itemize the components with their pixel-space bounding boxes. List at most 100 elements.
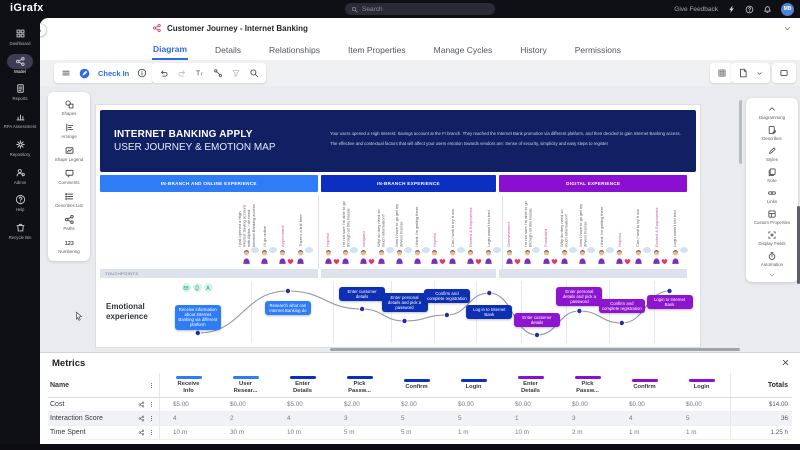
persona-step[interactable]: I'll go online xyxy=(256,201,274,265)
give-feedback-link[interactable]: Give Feedback xyxy=(674,6,718,13)
find-icon[interactable] xyxy=(249,68,259,78)
notifications-icon[interactable] xyxy=(763,5,772,14)
journey-step-box[interactable]: Enter customer details xyxy=(514,313,560,327)
global-search[interactable] xyxy=(345,3,495,15)
metrics-col-header[interactable]: User Resear... xyxy=(217,376,274,394)
palette-item-shapes[interactable]: Shapes xyxy=(48,96,90,119)
collapse-header-chevron[interactable] xyxy=(783,24,792,33)
grid-view-icon[interactable] xyxy=(717,68,727,78)
persona-step[interactable]: Hopeful xyxy=(611,201,629,265)
checkin-button[interactable]: Check In xyxy=(98,69,129,78)
persona-step[interactable]: I just opened a High Interest Saving acc… xyxy=(238,201,256,265)
persona-step[interactable]: Now I have to go get my drivers license xyxy=(574,201,592,265)
sidebar-item-rpa-assessment[interactable]: RPA Assessment xyxy=(0,109,40,130)
metrics-col-header[interactable]: Receive Info xyxy=(160,376,217,394)
persona-step[interactable]: Excited & Empowered xyxy=(462,201,480,265)
info-icon[interactable] xyxy=(137,68,147,78)
metrics-col-header[interactable]: Enter Details xyxy=(502,376,559,394)
metrics-col-header[interactable]: Pick Passw... xyxy=(331,376,388,394)
palette-item-numbering[interactable]: 123Numbering xyxy=(48,234,90,257)
journey-step-box[interactable]: Enter personal details and pick a passwo… xyxy=(556,287,602,306)
canvas-horizontal-scrollbar[interactable] xyxy=(330,348,740,351)
menu-icon[interactable] xyxy=(61,68,71,78)
connector-icon[interactable] xyxy=(213,68,223,78)
persona-step[interactable]: Can I wait to try it out xyxy=(630,201,648,265)
text-format-icon[interactable]: Tr xyxy=(195,68,205,78)
metrics-col-header[interactable]: Confirm xyxy=(388,379,445,391)
user-avatar[interactable]: MB xyxy=(781,3,794,16)
panel-item-describes[interactable]: Describes xyxy=(746,122,798,143)
metrics-col-header[interactable]: Login xyxy=(445,379,502,391)
persona-step[interactable]: I'm not sure I'm able to go through all … xyxy=(337,201,355,265)
sidebar-item-model[interactable]: Model xyxy=(0,54,40,75)
palette-item-paths[interactable]: Paths xyxy=(48,211,90,234)
kebab-icon[interactable] xyxy=(148,429,155,436)
chevron-down-icon[interactable] xyxy=(756,70,763,77)
tab-details[interactable]: Details xyxy=(214,42,242,59)
canvas-vertical-scrollbar[interactable] xyxy=(739,100,742,164)
persona-step[interactable]: Frustrated xyxy=(538,201,556,265)
sidebar-item-dashboard[interactable]: Dashboard xyxy=(0,26,40,47)
palette-item-shape-legend[interactable]: Shape Legend xyxy=(48,142,90,165)
panel-item-custom-properties[interactable]: Custom Properties xyxy=(746,206,798,227)
persona-step[interactable]: I'm not sure I'm able to go through all … xyxy=(519,201,537,265)
phase-in-branch-experience[interactable]: IN-BRANCH EXPERIENCE xyxy=(321,175,497,192)
checkin-icon[interactable] xyxy=(79,68,90,79)
page-preview-icon[interactable] xyxy=(738,68,748,78)
persona-step[interactable]: Login wasn't too bad xyxy=(667,201,685,265)
persona-step[interactable]: There's a link here xyxy=(292,201,310,265)
search-input[interactable] xyxy=(362,6,489,13)
metric-link-icon[interactable] xyxy=(138,415,145,422)
kebab-icon[interactable] xyxy=(148,401,155,408)
metrics-col-header[interactable]: Enter Details xyxy=(274,376,331,394)
panel-item-links[interactable]: Links xyxy=(746,185,798,206)
kebab-icon[interactable] xyxy=(148,382,155,389)
sidebar-item-repository[interactable]: Repository xyxy=(0,137,40,158)
journey-step-box[interactable]: Login to Internet Bank xyxy=(647,295,693,309)
journey-step-box[interactable]: Receive information about Internet Banki… xyxy=(175,305,221,330)
palette-item-arrange[interactable]: Arrange xyxy=(48,119,90,142)
journey-step-box[interactable]: Confirm and complete registration xyxy=(424,289,470,303)
persona-step[interactable]: Hopeful xyxy=(426,201,444,265)
palette-item-comments[interactable]: Comments xyxy=(48,165,90,188)
sidebar-item-admin[interactable]: Admin xyxy=(0,165,40,186)
journey-step-box[interactable]: Enter personal details and pick a passwo… xyxy=(382,293,428,312)
persona-step[interactable]: Overwhelmed xyxy=(501,201,519,265)
filter-icon[interactable] xyxy=(231,68,241,78)
sidebar-item-help[interactable]: Help xyxy=(0,192,40,213)
tab-diagram[interactable]: Diagram xyxy=(152,41,188,60)
persona-step[interactable]: I think I'm getting there. xyxy=(593,201,611,265)
journey-step-box[interactable]: Research what can Internet Banking do xyxy=(265,301,311,315)
journey-header[interactable]: INTERNET BANKING APPLY USER JOURNEY & EM… xyxy=(100,110,696,172)
metrics-col-header[interactable]: Pick Passw... xyxy=(559,376,616,394)
panel-scroll-down[interactable] xyxy=(746,270,798,280)
tab-permissions[interactable]: Permissions xyxy=(574,42,622,59)
journey-step-box[interactable]: Log in to Internet Bank xyxy=(466,305,512,319)
journey-step-box[interactable]: Confirm and complete registration xyxy=(599,299,645,313)
panel-item-display-fields[interactable]: Display Fields xyxy=(746,227,798,248)
diagram-canvas[interactable]: ShapesArrangeShape LegendComments Describ… xyxy=(40,86,800,352)
panel-item-note[interactable]: Note xyxy=(746,164,798,185)
persona-step[interactable]: Why do they need so much information? xyxy=(373,201,391,265)
persona-step[interactable]: I think I'm getting there. xyxy=(409,201,427,265)
panel-item-diagramming[interactable]: Diagramming xyxy=(746,101,798,122)
close-metrics-icon[interactable] xyxy=(781,358,790,367)
help-icon[interactable] xyxy=(745,5,754,14)
sidebar-item-reports[interactable]: Reports xyxy=(0,81,40,102)
persona-step[interactable]: Appreciated xyxy=(274,201,292,265)
persona-step[interactable]: Now I have to go get my drivers license xyxy=(391,201,409,265)
metrics-col-header[interactable]: Confirm xyxy=(616,379,673,391)
panel-item-styles[interactable]: Styles xyxy=(746,143,798,164)
persona-step[interactable]: Why do they need so much information? xyxy=(556,201,574,265)
comment-panel-icon[interactable] xyxy=(779,68,789,78)
journey-step-box[interactable]: Enter customer details xyxy=(339,287,385,301)
tab-history[interactable]: History xyxy=(519,42,547,59)
persona-step[interactable]: Login wasn't too bad xyxy=(480,201,498,265)
tab-relationships[interactable]: Relationships xyxy=(268,42,321,59)
persona-step[interactable]: Can I wait to try it out. xyxy=(444,201,462,265)
sidebar-item-recycle-bin[interactable]: Recycle Bin xyxy=(0,220,40,241)
kebab-icon[interactable] xyxy=(148,415,155,422)
panel-item-automation[interactable]: Automation xyxy=(746,248,798,269)
bolt-icon[interactable] xyxy=(727,5,736,14)
metrics-col-header[interactable]: Login xyxy=(673,379,730,391)
